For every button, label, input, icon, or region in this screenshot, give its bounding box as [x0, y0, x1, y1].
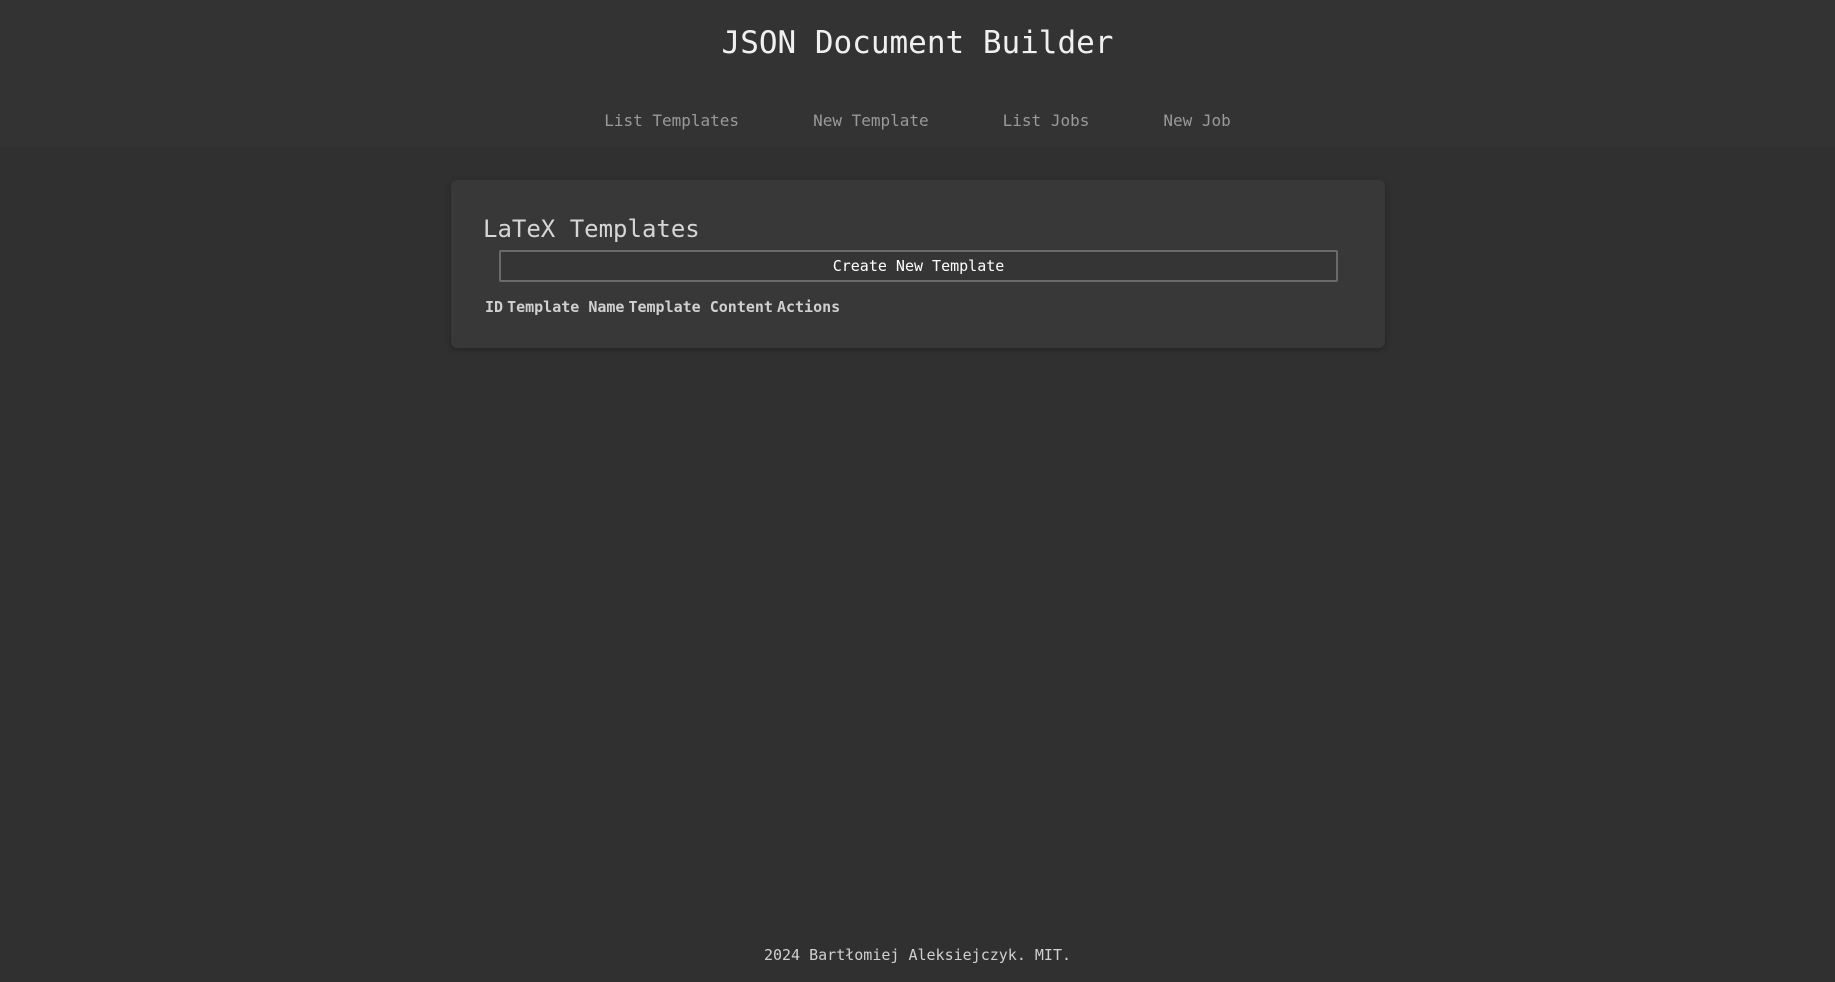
column-header-actions: Actions: [776, 298, 841, 316]
templates-table: ID Template Name Template Content Action…: [483, 292, 842, 322]
footer-text: 2024 Bartłomiej Aleksiejczyk. MIT.: [763, 946, 1072, 964]
app-title: JSON Document Builder: [721, 25, 1114, 61]
nav-new-job[interactable]: New Job: [1126, 108, 1267, 134]
column-header-id: ID: [485, 298, 504, 316]
nav-list-templates[interactable]: List Templates: [567, 108, 776, 134]
nav-new-template[interactable]: New Template: [776, 108, 966, 134]
page-title: LaTeX Templates: [483, 215, 700, 243]
column-header-template-name: Template Name: [507, 298, 625, 316]
footer: 2024 Bartłomiej Aleksiejczyk. MIT.: [0, 944, 1835, 966]
nav-list-jobs[interactable]: List Jobs: [966, 108, 1127, 134]
templates-card: LaTeX Templates Create New Template ID T…: [451, 180, 1385, 348]
column-header-template-content: Template Content: [628, 298, 773, 316]
app-header: JSON Document Builder List Templates New…: [0, 0, 1835, 147]
create-new-template-button[interactable]: Create New Template: [499, 250, 1338, 282]
table-header-row: ID Template Name Template Content Action…: [483, 292, 842, 322]
main-nav: List Templates New Template List Jobs Ne…: [0, 108, 1835, 134]
